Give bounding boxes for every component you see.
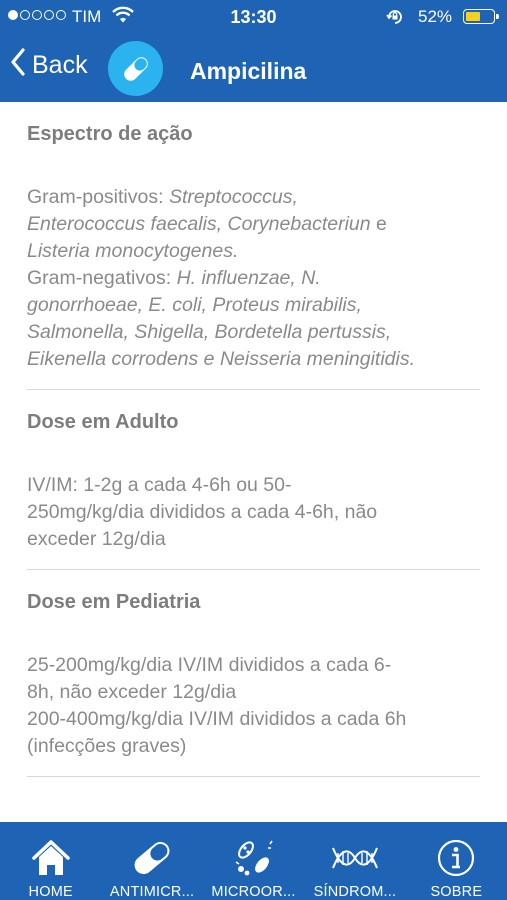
body-line: IV/IM: 1-2g a cada 4-6h ou 50- <box>27 474 292 496</box>
section-body: Gram-positivos: Streptococcus, Enterococ… <box>27 146 480 389</box>
section-pediatric-dose: Dose em Pediatria 25-200mg/kg/dia IV/IM … <box>27 570 480 777</box>
tab-antimicrobials[interactable]: ANTIMICR... <box>101 822 202 900</box>
back-label: Back <box>32 51 88 79</box>
pill-icon <box>108 41 163 96</box>
home-icon <box>31 830 71 878</box>
tab-label: HOME <box>28 884 73 900</box>
body-line: 8h, não exceder 12g/dia <box>27 681 237 703</box>
tab-label: SÍNDROM... <box>313 884 397 900</box>
tab-home[interactable]: HOME <box>0 822 101 900</box>
tab-microorganisms[interactable]: MICROOR... <box>203 822 304 900</box>
body-line: Eikenella corrodens e Neisseria meningit… <box>27 348 416 370</box>
section-spectrum: Espectro de ação Gram-positivos: Strepto… <box>27 102 480 390</box>
tab-label: MICROOR... <box>211 884 296 900</box>
section-title: Espectro de ação <box>27 123 193 145</box>
rotation-lock-icon <box>385 8 405 31</box>
body-line: 25-200mg/kg/dia IV/IM divididos a cada 6… <box>27 654 392 676</box>
drug-detail-content: Espectro de ação Gram-positivos: Strepto… <box>0 102 507 822</box>
nav-bar: Back Ampicilina <box>0 34 507 102</box>
battery-percent: 52% <box>418 7 453 26</box>
body-line: exceder 12g/dia <box>27 528 166 550</box>
tab-label: ANTIMICR... <box>109 884 195 900</box>
page-title: Ampicilina <box>190 58 307 84</box>
body-line: gonorrhoeae, E. coli, Proteus mirabilis, <box>27 294 362 316</box>
section-body: IV/IM: 1-2g a cada 4-6h ou 50- 250mg/kg/… <box>27 434 480 569</box>
section-adult-dose: Dose em Adulto IV/IM: 1-2g a cada 4-6h o… <box>27 390 480 570</box>
section-title: Dose em Pediatria <box>27 591 201 613</box>
back-button[interactable]: Back <box>10 48 88 83</box>
dna-icon <box>331 830 379 878</box>
pill-icon <box>130 830 174 878</box>
battery-icon <box>463 9 499 24</box>
body-line: Enterococcus faecalis, Corynebacteriun e <box>27 213 387 235</box>
body-line: (infecções graves) <box>27 735 187 757</box>
status-bar: TIM 13:30 52% <box>0 0 507 34</box>
section-title: Dose em Adulto <box>27 411 179 433</box>
body-line: 200-400mg/kg/dia IV/IM divididos a cada … <box>27 708 407 730</box>
body-line: 250mg/kg/dia divididos a cada 4-6h, não <box>27 501 378 523</box>
body-line: Listeria monocytogenes. <box>27 240 239 262</box>
microorganism-icon <box>232 830 276 878</box>
tab-bar: HOME ANTIMICR... MICROOR... SÍNDROM... S… <box>0 822 507 900</box>
info-icon <box>436 830 476 878</box>
tab-syndromes[interactable]: SÍNDROM... <box>304 822 405 900</box>
body-line: Gram-positivos: Streptococcus, <box>27 186 298 208</box>
tab-label: SOBRE <box>430 884 483 900</box>
header: TIM 13:30 52% Back Ampicilina <box>0 0 507 102</box>
body-line: Salmonella, Shigella, Bordetella pertuss… <box>27 321 392 343</box>
chevron-left-icon <box>10 48 26 83</box>
body-line: Gram-negativos: H. influenzae, N. <box>27 267 321 289</box>
screen: TIM 13:30 52% Back Ampicilina Espectro d… <box>0 0 507 900</box>
section-body: 25-200mg/kg/dia IV/IM divididos a cada 6… <box>27 614 480 776</box>
tab-about[interactable]: SOBRE <box>406 822 507 900</box>
